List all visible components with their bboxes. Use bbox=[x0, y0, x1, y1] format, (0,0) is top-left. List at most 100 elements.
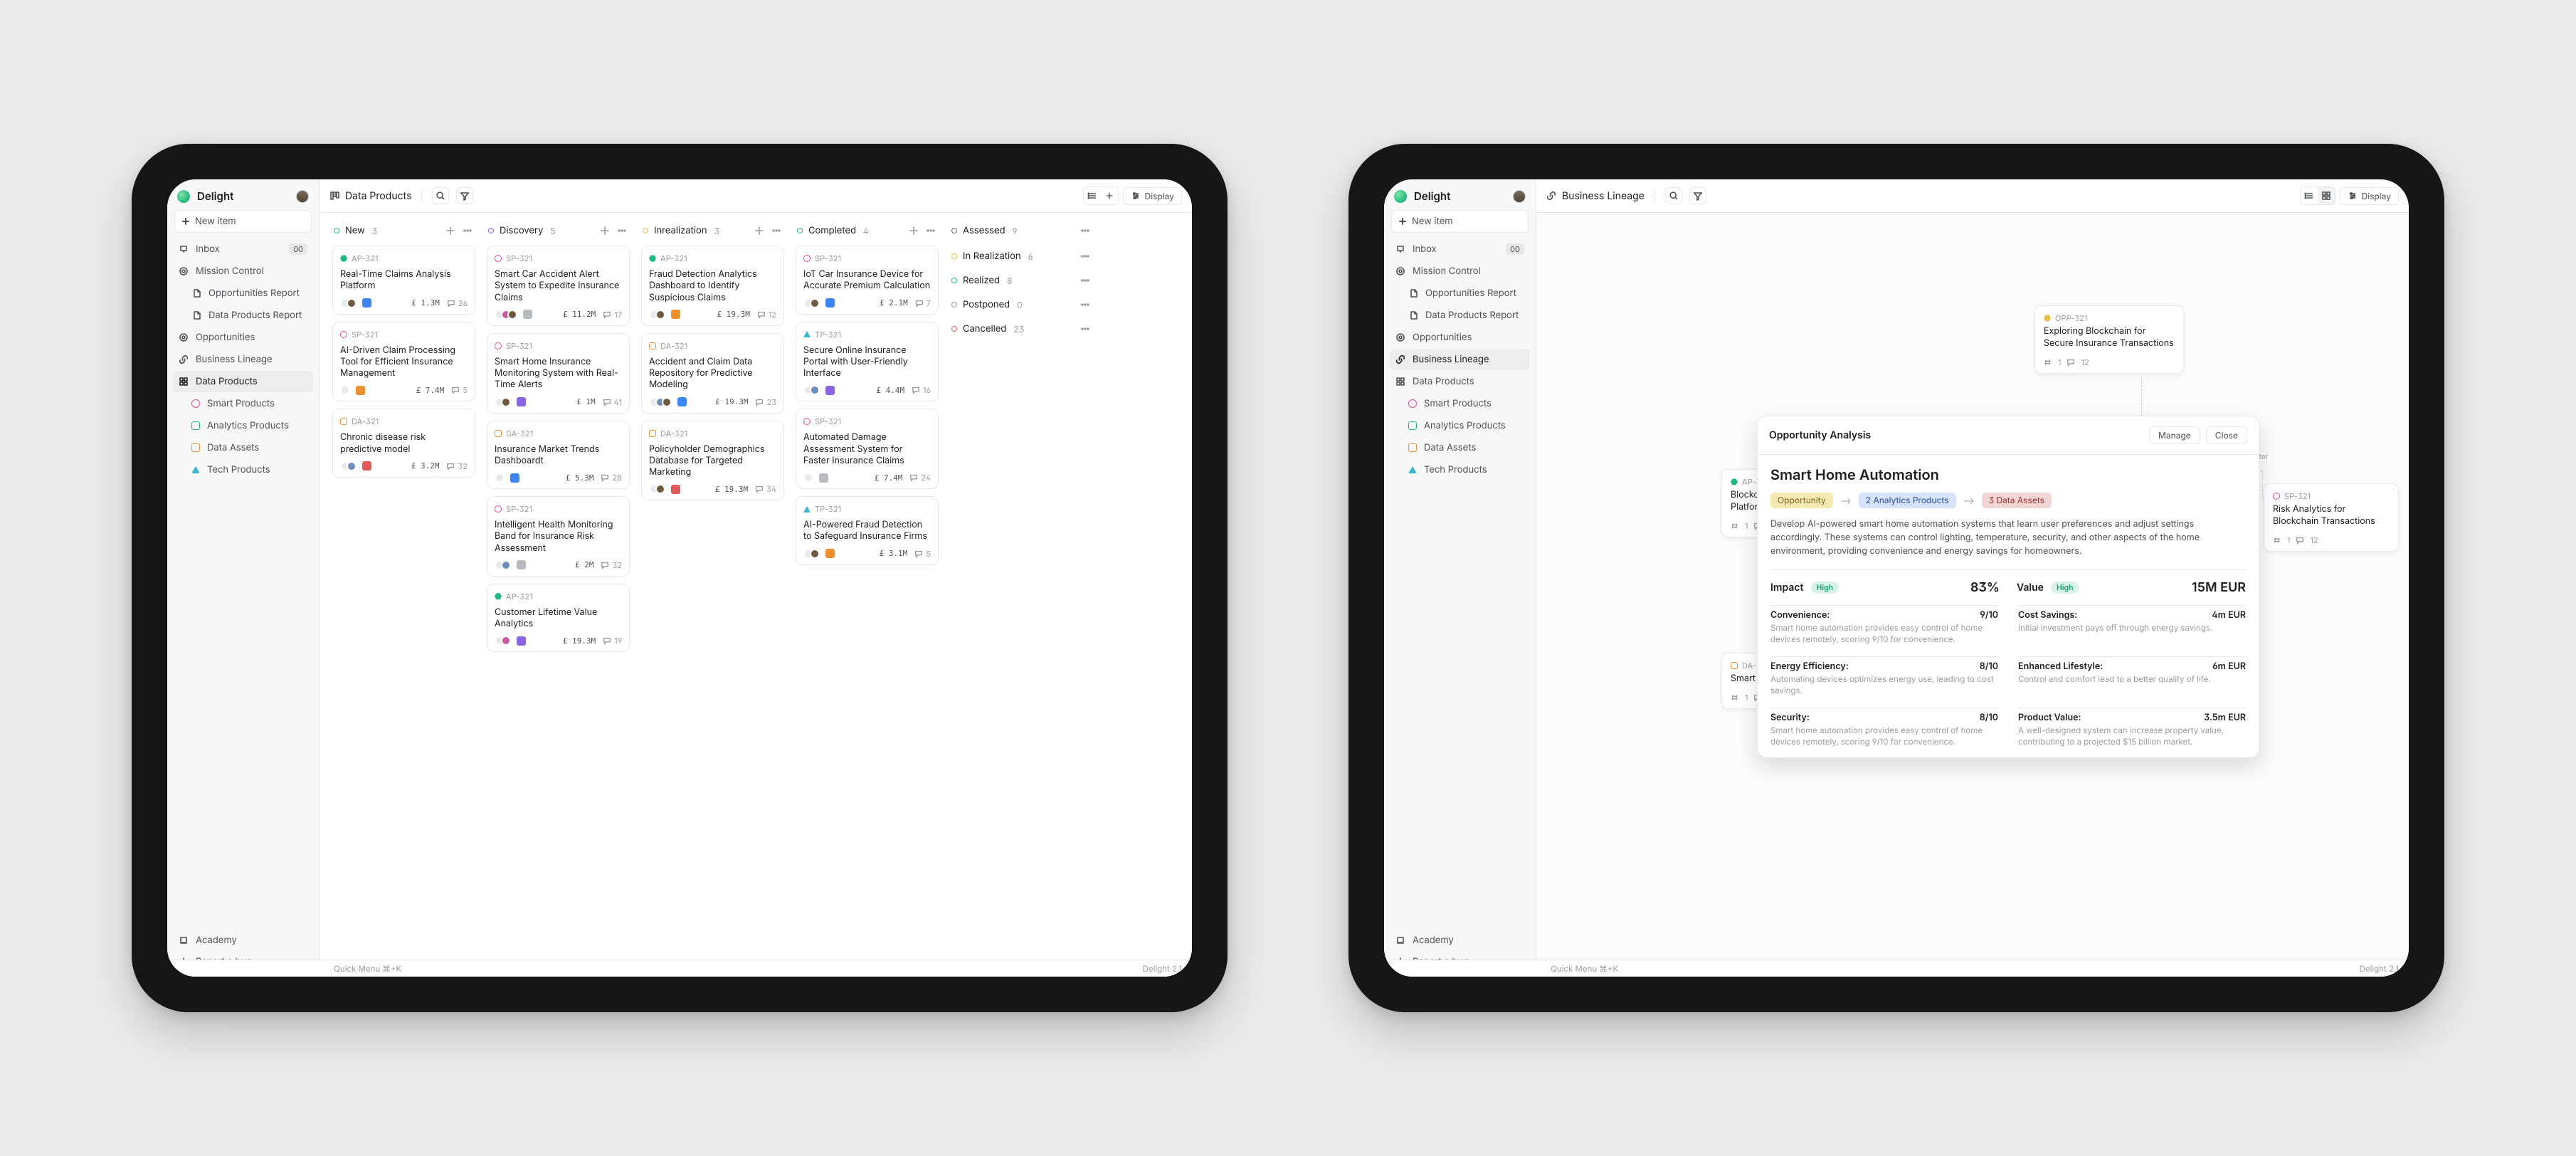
status-dot-icon bbox=[488, 228, 494, 233]
new-item-button[interactable]: New item bbox=[1391, 210, 1529, 233]
kanban-card[interactable]: AP-321 Customer Lifetime Value Analytics… bbox=[487, 584, 630, 653]
sidebar-inbox[interactable]: Inbox00 bbox=[1390, 238, 1530, 260]
avatar bbox=[803, 473, 813, 483]
status-more-button[interactable] bbox=[1079, 274, 1092, 287]
kanban-card[interactable]: AP-321 Fraud Detection Analytics Dashboa… bbox=[641, 246, 784, 326]
doc-icon bbox=[1408, 288, 1418, 298]
sidebar-inbox[interactable]: Inbox00 bbox=[173, 238, 313, 260]
kanban-board[interactable]: New 3 AP-321 Real-Time Claims Analysis P… bbox=[320, 213, 1192, 977]
search-button[interactable] bbox=[432, 187, 449, 204]
kanban-card[interactable]: SP-321 Smart Home Insurance Monitoring S… bbox=[487, 333, 630, 414]
sidebar-opportunities[interactable]: Opportunities bbox=[1390, 327, 1530, 348]
filter-button[interactable] bbox=[456, 187, 473, 204]
kanban-card[interactable]: SP-321 IoT Car Insurance Device for Accu… bbox=[796, 246, 939, 315]
sidebar-mission-control[interactable]: Mission Control bbox=[173, 261, 313, 282]
avatars bbox=[495, 397, 511, 407]
add-card-button[interactable] bbox=[907, 224, 920, 237]
kanban-column: Discovery 5 SP-321 Smart Car Accident Al… bbox=[487, 224, 630, 962]
stacked-status[interactable]: In Realization6 bbox=[950, 248, 1093, 264]
sidebar-data-assets[interactable]: Data Assets bbox=[1390, 437, 1530, 458]
doc-icon bbox=[191, 310, 201, 320]
sidebar-academy[interactable]: Academy bbox=[173, 930, 313, 951]
add-card-button[interactable] bbox=[753, 224, 766, 237]
card-code: AP-321 bbox=[506, 592, 533, 601]
column-more-button[interactable] bbox=[616, 224, 628, 237]
sidebar-dp-report[interactable]: Data Products Report bbox=[1390, 305, 1530, 326]
add-card-button[interactable] bbox=[444, 224, 457, 237]
grid-view-button[interactable] bbox=[2318, 187, 2335, 204]
kanban-card[interactable]: TP-321 AI-Powered Fraud Detection to Saf… bbox=[796, 496, 939, 565]
sidebar-tech-products[interactable]: Tech Products bbox=[173, 459, 313, 480]
list-view-button[interactable] bbox=[1084, 187, 1101, 204]
sidebar-opportunities[interactable]: Opportunities bbox=[173, 327, 313, 348]
status-more-button[interactable] bbox=[1079, 250, 1092, 263]
sidebar-tech-products[interactable]: Tech Products bbox=[1390, 459, 1530, 480]
column-more-button[interactable] bbox=[924, 224, 937, 237]
avatars bbox=[340, 461, 357, 471]
kanban-card[interactable]: SP-321 Intelligent Health Monitoring Ban… bbox=[487, 496, 630, 577]
sidebar-business-lineage[interactable]: Business Lineage bbox=[173, 349, 313, 370]
sidebar-analytics-products[interactable]: Analytics Products bbox=[1390, 415, 1530, 436]
lineage-canvas[interactable]: OPP-321 Exploring Blockchain for Secure … bbox=[1536, 213, 2409, 977]
display-button[interactable]: Display bbox=[2340, 187, 2399, 205]
column-more-button[interactable] bbox=[770, 224, 783, 237]
column-count: 4 bbox=[863, 226, 869, 236]
sidebar-data-assets[interactable]: Data Assets bbox=[173, 437, 313, 458]
kanban-card[interactable]: SP-321 Smart Car Accident Alert System t… bbox=[487, 246, 630, 326]
kanban-card[interactable]: SP-321 Automated Damage Assessment Syste… bbox=[796, 409, 939, 489]
kanban-card[interactable]: DA-321 Insurance Market Trends Dashboard… bbox=[487, 421, 630, 490]
add-card-button[interactable] bbox=[598, 224, 611, 237]
sidebar-smart-products[interactable]: Smart Products bbox=[173, 393, 313, 414]
circle-icon bbox=[495, 342, 502, 350]
kanban-card[interactable]: DA-321 Policyholder Demographics Databas… bbox=[641, 421, 784, 501]
avatar[interactable] bbox=[1513, 190, 1526, 203]
kanban-card[interactable]: TP-321 Secure Online Insurance Portal wi… bbox=[796, 322, 939, 402]
sidebar-analytics-products[interactable]: Analytics Products bbox=[173, 415, 313, 436]
close-button[interactable]: Close bbox=[2206, 426, 2247, 444]
kanban-card[interactable]: AP-321 Real-Time Claims Analysis Platfor… bbox=[332, 246, 475, 315]
column-more-button[interactable] bbox=[461, 224, 474, 237]
metric-value: 8/10 bbox=[1980, 713, 1998, 723]
sidebar-opp-report[interactable]: Opportunities Report bbox=[173, 283, 313, 304]
manage-button[interactable]: Manage bbox=[2149, 426, 2200, 444]
panel-heading: Opportunity Analysis bbox=[1769, 429, 1871, 441]
sidebar-academy[interactable]: Academy bbox=[1390, 930, 1530, 951]
sidebar-data-products[interactable]: Data Products bbox=[173, 371, 313, 392]
stacked-status[interactable]: Realized8 bbox=[950, 273, 1093, 288]
view-toggle[interactable] bbox=[1083, 186, 1119, 205]
card-comments: 24 bbox=[909, 473, 931, 483]
search-button[interactable] bbox=[1665, 187, 1682, 204]
card-amount: £ 19.3M bbox=[717, 310, 749, 319]
sidebar-data-products[interactable]: Data Products bbox=[1390, 371, 1530, 392]
add-view-button[interactable] bbox=[1101, 187, 1118, 204]
square-icon bbox=[340, 418, 347, 425]
kanban-card[interactable]: DA-321 Accident and Claim Data Repositor… bbox=[641, 333, 784, 414]
square-icon bbox=[649, 430, 656, 437]
square-icon bbox=[649, 342, 656, 350]
status-more-button[interactable] bbox=[1079, 298, 1092, 311]
avatar bbox=[501, 560, 511, 570]
column-more-button[interactable] bbox=[1079, 224, 1092, 237]
filter-button[interactable] bbox=[1689, 187, 1706, 204]
stacked-status[interactable]: Postponed0 bbox=[950, 297, 1093, 312]
sidebar-opp-report[interactable]: Opportunities Report bbox=[1390, 283, 1530, 304]
status-more-button[interactable] bbox=[1079, 322, 1092, 335]
sidebar-business-lineage[interactable]: Business Lineage bbox=[1390, 349, 1530, 370]
lineage-node-sp[interactable]: SP-321 Risk Analytics for Blockchain Tra… bbox=[2264, 483, 2399, 552]
sidebar-smart-products[interactable]: Smart Products bbox=[1390, 393, 1530, 414]
priority-badge bbox=[356, 386, 365, 395]
card-code: DA-321 bbox=[660, 341, 687, 351]
list-view-button[interactable] bbox=[2301, 187, 2318, 204]
sidebar-dp-report[interactable]: Data Products Report bbox=[173, 305, 313, 326]
sidebar-mission-control[interactable]: Mission Control bbox=[1390, 261, 1530, 282]
card-amount: £ 3.2M bbox=[411, 461, 440, 471]
display-button[interactable]: Display bbox=[1123, 187, 1182, 205]
kanban-card[interactable]: SP-321 AI-Driven Claim Processing Tool f… bbox=[332, 322, 475, 402]
lineage-node-opportunity[interactable]: OPP-321 Exploring Blockchain for Secure … bbox=[2034, 305, 2184, 374]
doc-icon bbox=[191, 288, 201, 298]
view-toggle[interactable] bbox=[2300, 186, 2335, 205]
new-item-button[interactable]: New item bbox=[174, 210, 312, 233]
stacked-status[interactable]: Cancelled23 bbox=[950, 321, 1093, 337]
avatar[interactable] bbox=[296, 190, 309, 203]
kanban-card[interactable]: DA-321 Chronic disease risk predictive m… bbox=[332, 409, 475, 478]
